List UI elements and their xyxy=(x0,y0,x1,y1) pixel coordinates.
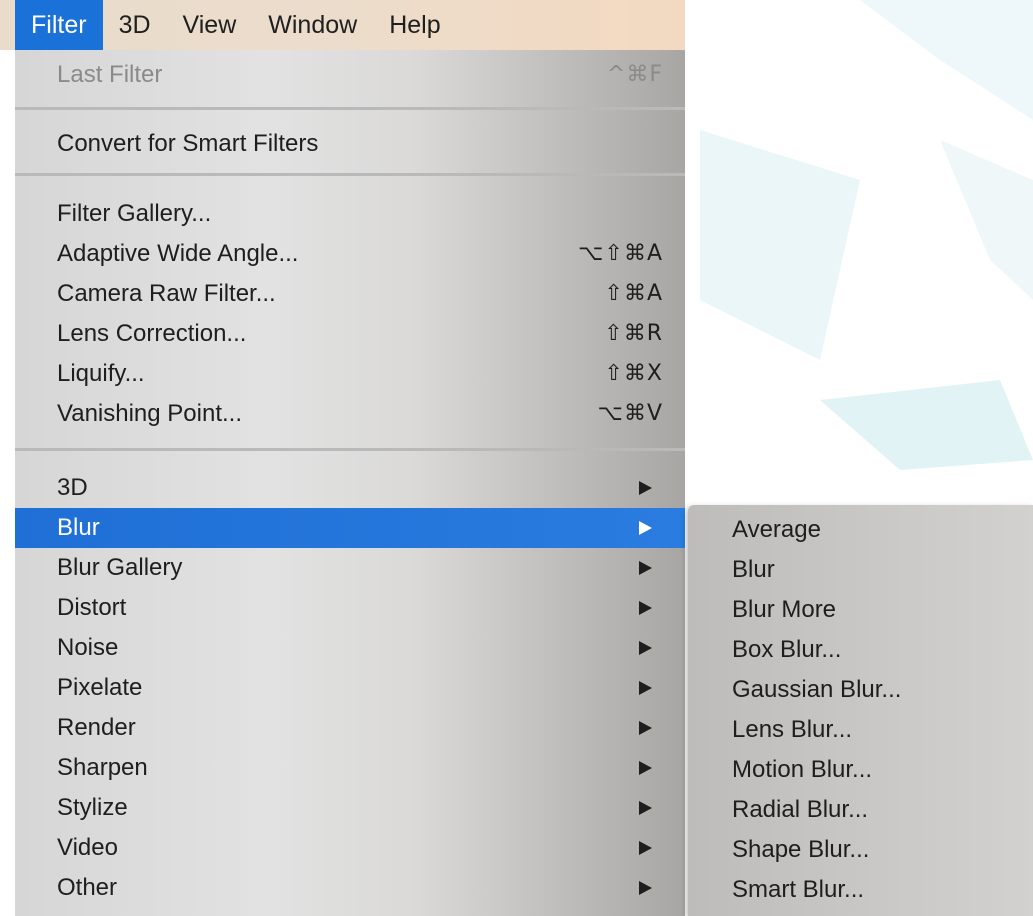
menu-item-blur[interactable]: Blur xyxy=(15,508,685,548)
menu-separator xyxy=(15,173,685,176)
menu-item-convert-smart-filters[interactable]: Convert for Smart Filters xyxy=(15,124,685,164)
triangle-right-icon xyxy=(639,721,652,735)
triangle-right-icon xyxy=(639,881,652,895)
submenu-item-box-blur[interactable]: Box Blur... xyxy=(688,630,1033,670)
submenu-item-blur-more[interactable]: Blur More xyxy=(688,590,1033,630)
triangle-right-icon xyxy=(639,761,652,775)
menu-item-label: 3D xyxy=(57,474,88,501)
shortcut-label: ⌥⌘V xyxy=(597,401,663,426)
menu-bar: Filter 3D View Window Help xyxy=(0,0,685,50)
menu-item-3d[interactable]: 3D xyxy=(15,468,685,508)
triangle-right-icon xyxy=(639,481,652,495)
shortcut-label: ⌥⇧⌘A xyxy=(578,241,663,266)
menu-item-blur-gallery[interactable]: Blur Gallery xyxy=(15,548,685,588)
menu-item-label: Other xyxy=(57,874,118,901)
triangle-right-icon xyxy=(639,841,652,855)
menu-item-label: Filter Gallery... xyxy=(57,200,212,227)
menu-item-pixelate[interactable]: Pixelate xyxy=(15,668,685,708)
submenu-item-blur[interactable]: Blur xyxy=(688,550,1033,590)
submenu-item-motion-blur[interactable]: Motion Blur... xyxy=(688,750,1033,790)
menu-item-label: Sharpen xyxy=(57,754,148,781)
menu-item-label: Pixelate xyxy=(57,674,143,701)
submenu-item-gaussian-blur[interactable]: Gaussian Blur... xyxy=(688,670,1033,710)
menu-item-label: Noise xyxy=(57,634,119,661)
menu-item-camera-raw-filter[interactable]: Camera Raw Filter... ⇧⌘A xyxy=(15,274,685,314)
shortcut-label: ⇧⌘X xyxy=(604,361,663,386)
menu-item-label: Blur xyxy=(57,514,100,541)
triangle-right-icon xyxy=(639,681,652,695)
background-shape xyxy=(820,380,1033,470)
shortcut-label: ^⌘F xyxy=(606,62,663,87)
menu-item-label: Camera Raw Filter... xyxy=(57,280,276,307)
menu-item-label: Distort xyxy=(57,594,127,621)
menubar-help[interactable]: Help xyxy=(373,0,456,50)
menu-item-noise[interactable]: Noise xyxy=(15,628,685,668)
menu-item-render[interactable]: Render xyxy=(15,708,685,748)
menu-item-filter-gallery[interactable]: Filter Gallery... xyxy=(15,194,685,234)
submenu-item-radial-blur[interactable]: Radial Blur... xyxy=(688,790,1033,830)
menubar-view[interactable]: View xyxy=(167,0,253,50)
menu-item-label: Lens Correction... xyxy=(57,320,247,347)
menu-item-label: Blur Gallery xyxy=(57,554,183,581)
triangle-right-icon xyxy=(639,521,652,535)
submenu-item-smart-blur[interactable]: Smart Blur... xyxy=(688,870,1033,910)
menu-item-label: Vanishing Point... xyxy=(57,400,243,427)
menubar-filter[interactable]: Filter xyxy=(15,0,103,50)
background-shape xyxy=(700,130,860,360)
shortcut-label: ⇧⌘R xyxy=(604,321,663,346)
background-shape xyxy=(860,0,1033,120)
triangle-right-icon xyxy=(639,801,652,815)
menu-item-label: Convert for Smart Filters xyxy=(57,130,319,157)
menu-item-adaptive-wide-angle[interactable]: Adaptive Wide Angle... ⌥⇧⌘A xyxy=(15,234,685,274)
filter-menu: Last Filter ^⌘F Convert for Smart Filter… xyxy=(15,50,685,916)
submenu-item-average[interactable]: Average xyxy=(688,510,1033,550)
submenu-item-lens-blur[interactable]: Lens Blur... xyxy=(688,710,1033,750)
menu-item-label: Stylize xyxy=(57,794,128,821)
menu-separator xyxy=(15,107,685,110)
shortcut-label: ⇧⌘A xyxy=(604,281,663,306)
menu-item-distort[interactable]: Distort xyxy=(15,588,685,628)
blur-submenu: Average Blur Blur More Box Blur... Gauss… xyxy=(688,505,1033,916)
triangle-right-icon xyxy=(639,601,652,615)
menu-item-other[interactable]: Other xyxy=(15,868,685,908)
menu-item-label: Liquify... xyxy=(57,360,145,387)
submenu-item-shape-blur[interactable]: Shape Blur... xyxy=(688,830,1033,870)
menu-item-label: Video xyxy=(57,834,118,861)
menu-item-stylize[interactable]: Stylize xyxy=(15,788,685,828)
menubar-3d[interactable]: 3D xyxy=(103,0,167,50)
menu-item-label: Render xyxy=(57,714,136,741)
menu-item-last-filter: Last Filter ^⌘F xyxy=(15,55,685,95)
menu-item-vanishing-point[interactable]: Vanishing Point... ⌥⌘V xyxy=(15,394,685,434)
menu-item-video[interactable]: Video xyxy=(15,828,685,868)
triangle-right-icon xyxy=(639,641,652,655)
triangle-right-icon xyxy=(639,561,652,575)
background-shape xyxy=(940,140,1033,300)
menubar-window[interactable]: Window xyxy=(252,0,373,50)
menu-item-lens-correction[interactable]: Lens Correction... ⇧⌘R xyxy=(15,314,685,354)
menu-item-label: Adaptive Wide Angle... xyxy=(57,240,299,267)
menu-item-liquify[interactable]: Liquify... ⇧⌘X xyxy=(15,354,685,394)
menu-item-label: Last Filter xyxy=(57,61,163,88)
menu-item-sharpen[interactable]: Sharpen xyxy=(15,748,685,788)
menu-separator xyxy=(15,448,685,451)
